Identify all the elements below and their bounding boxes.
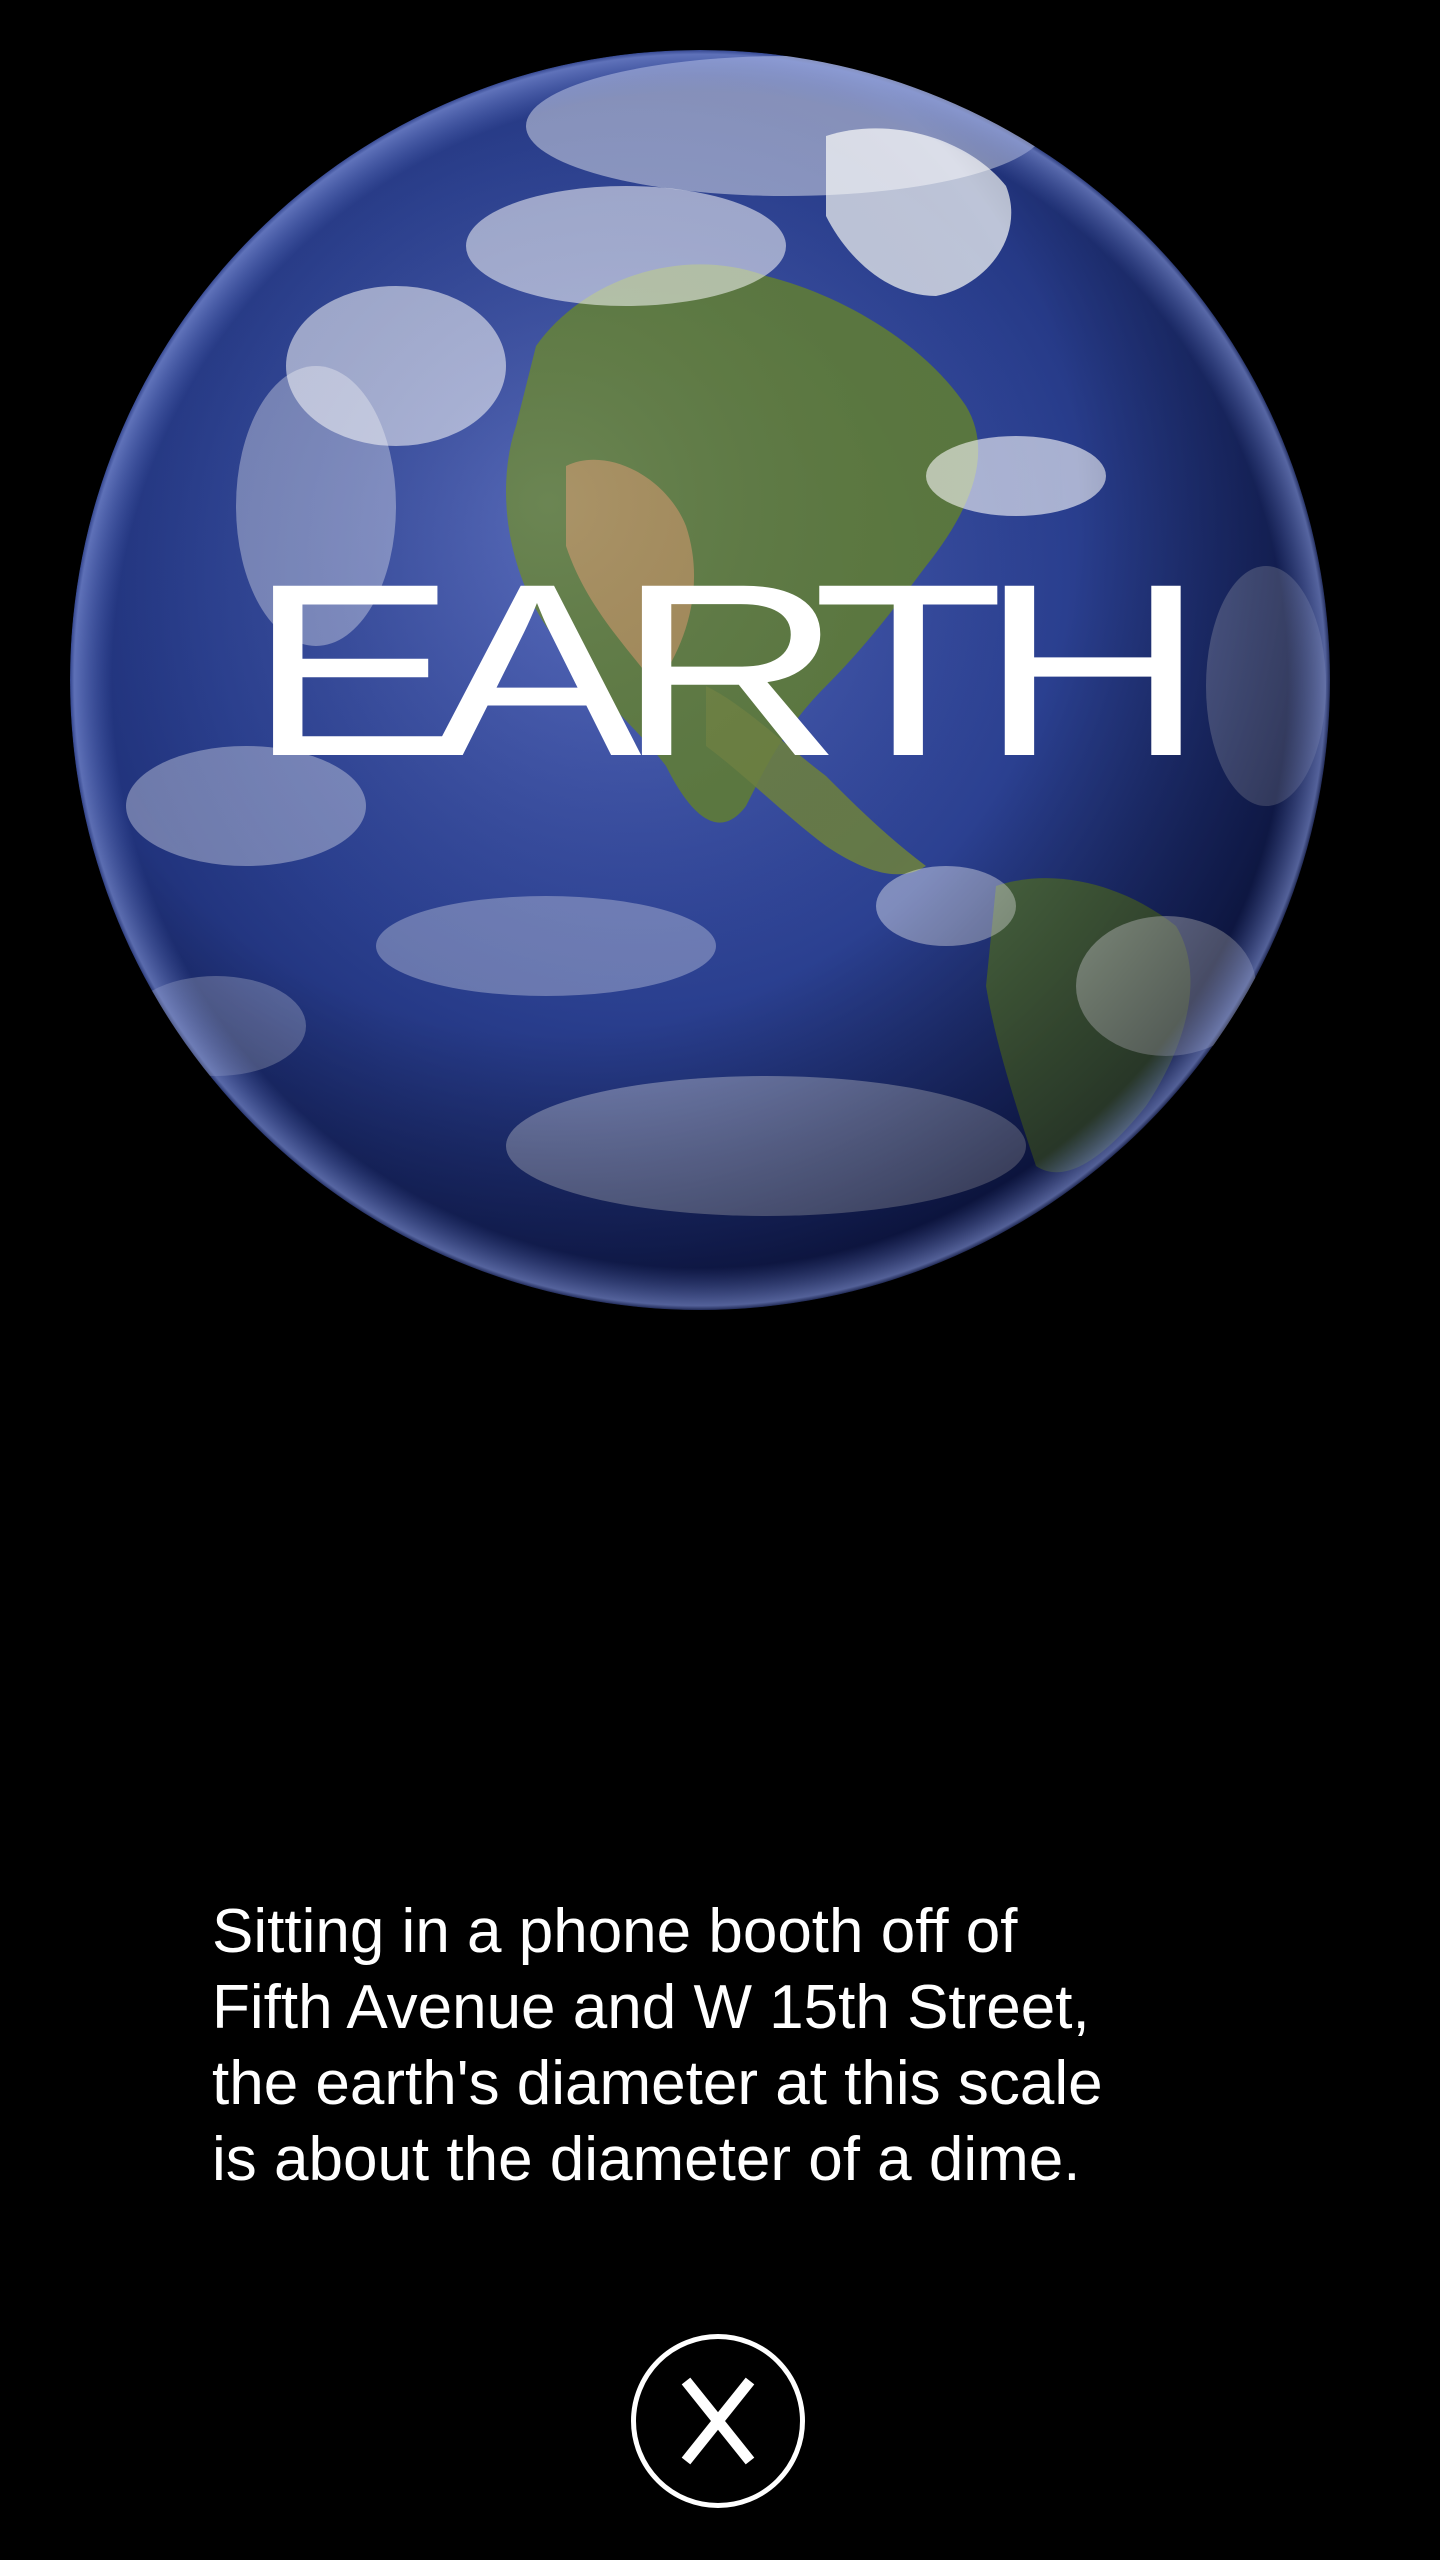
planet-description: Sitting in a phone booth off of Fifth Av… <box>212 1894 1252 2198</box>
close-icon <box>681 2377 755 2465</box>
description-line: Fifth Avenue and W 15th Street, <box>212 1973 1090 2042</box>
description-line: Sitting in a phone booth off of <box>212 1897 1018 1966</box>
planet-title: EARTH <box>247 533 1206 808</box>
planet-detail-screen: EARTH Sitting in a phone booth off of Fi… <box>0 0 1440 2560</box>
description-line: the earth's diameter at this scale <box>212 2049 1103 2118</box>
description-line: is about the diameter of a dime. <box>212 2125 1081 2194</box>
close-button[interactable] <box>631 2334 805 2508</box>
